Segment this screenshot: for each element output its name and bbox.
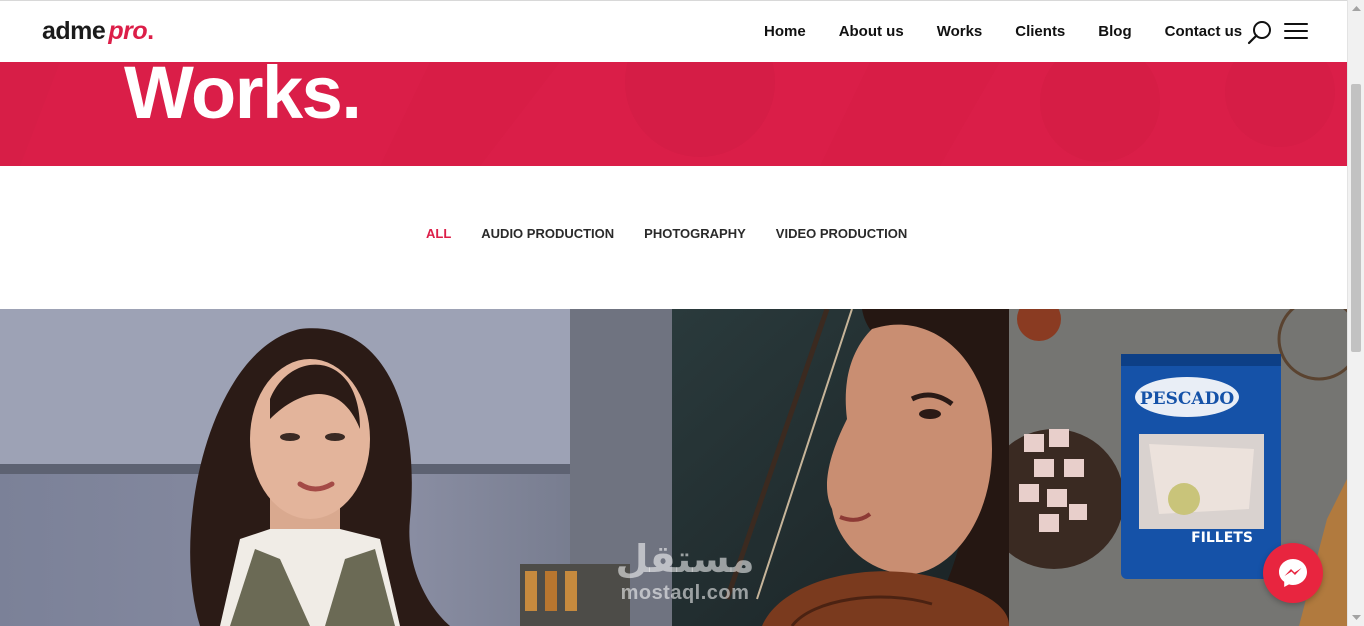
logo[interactable]: adme pro. [42, 17, 154, 46]
page-title: Works. [124, 62, 362, 134]
violinist-photo [672, 309, 1009, 626]
hamburger-menu-icon[interactable] [1284, 23, 1308, 43]
package-product-label: FILLETS [1191, 530, 1253, 546]
gallery-item-woman-in-kitchen[interactable] [0, 309, 672, 626]
scroll-down-arrow-icon[interactable] [1348, 609, 1364, 626]
package-brand-label: PESCADO [1140, 389, 1234, 409]
logo-text-pro: pro [108, 17, 148, 45]
nav-contact-us[interactable]: Contact us [1165, 23, 1243, 40]
woman-in-kitchen-photo [0, 309, 672, 626]
nav-clients[interactable]: Clients [1015, 23, 1065, 40]
portfolio-gallery: PESCADO FILLETS [0, 309, 1347, 626]
filter-video-production[interactable]: VIDEO PRODUCTION [776, 226, 907, 241]
filter-audio-production[interactable]: AUDIO PRODUCTION [481, 226, 614, 241]
filter-photography[interactable]: PHOTOGRAPHY [644, 226, 746, 241]
search-icon[interactable] [1247, 20, 1273, 46]
vertical-scrollbar[interactable] [1347, 0, 1364, 626]
scrollbar-thumb[interactable] [1351, 84, 1361, 352]
portfolio-filters: ALL AUDIO PRODUCTION PHOTOGRAPHY VIDEO P… [426, 226, 907, 241]
logo-text-adme: adme [42, 17, 106, 45]
filter-all[interactable]: ALL [426, 226, 451, 241]
messenger-chat-button[interactable] [1263, 543, 1323, 603]
site-header: adme pro. Home About us Works Clients Blo… [0, 0, 1347, 62]
nav-about-us[interactable]: About us [839, 23, 904, 40]
nav-blog[interactable]: Blog [1098, 23, 1131, 40]
gallery-item-violinist[interactable] [672, 309, 1009, 626]
nav-home[interactable]: Home [764, 23, 806, 40]
messenger-icon [1279, 559, 1307, 587]
page-hero-banner: Works. [0, 62, 1347, 166]
logo-dot: . [147, 17, 154, 45]
main-nav: Home About us Works Clients Blog Contact… [764, 23, 1242, 40]
nav-works[interactable]: Works [937, 23, 983, 40]
scroll-up-arrow-icon[interactable] [1348, 0, 1364, 17]
